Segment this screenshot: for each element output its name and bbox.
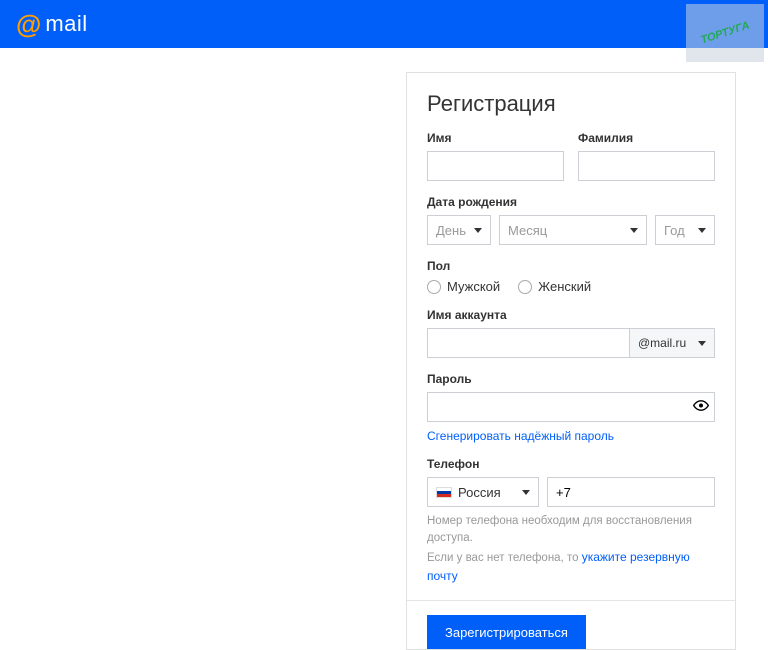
gender-male-label: Мужской xyxy=(447,279,500,294)
first-name-label: Имя xyxy=(427,131,564,145)
phone-hint: Номер телефона необходим для восстановле… xyxy=(427,513,715,586)
chevron-down-icon xyxy=(630,228,638,233)
chevron-down-icon xyxy=(522,490,530,495)
first-name-input[interactable] xyxy=(427,151,564,181)
gender-label: Пол xyxy=(427,259,715,273)
radio-icon xyxy=(427,280,441,294)
dob-month-placeholder: Месяц xyxy=(508,223,547,238)
submit-button[interactable]: Зарегистрироваться xyxy=(427,615,586,649)
last-name-label: Фамилия xyxy=(578,131,715,145)
divider xyxy=(407,600,735,601)
domain-value: @mail.ru xyxy=(638,336,686,350)
chevron-down-icon xyxy=(698,228,706,233)
at-icon: @ xyxy=(16,9,41,40)
dob-year-select[interactable]: Год xyxy=(655,215,715,245)
app-header: @ mail xyxy=(0,0,768,48)
chevron-down-icon xyxy=(474,228,482,233)
watermark-badge: ТОРТУГА xyxy=(686,4,764,62)
country-value: Россия xyxy=(458,485,501,500)
password-input[interactable] xyxy=(427,392,715,422)
radio-icon xyxy=(518,280,532,294)
content-area: Регистрация Имя Фамилия Дата рождения Де… xyxy=(0,48,768,650)
gender-female-radio[interactable]: Женский xyxy=(518,279,591,294)
gender-male-radio[interactable]: Мужской xyxy=(427,279,500,294)
account-input[interactable] xyxy=(427,328,629,358)
brand-logo: @ mail xyxy=(16,9,88,40)
account-label: Имя аккаунта xyxy=(427,308,715,322)
country-select[interactable]: Россия xyxy=(427,477,539,507)
dob-label: Дата рождения xyxy=(427,195,715,209)
gender-female-label: Женский xyxy=(538,279,591,294)
eye-icon[interactable] xyxy=(693,398,709,417)
dob-day-select[interactable]: День xyxy=(427,215,491,245)
dob-year-placeholder: Год xyxy=(664,223,685,238)
watermark-text: ТОРТУГА xyxy=(699,20,751,47)
brand-text: mail xyxy=(45,11,87,37)
russia-flag-icon xyxy=(436,487,452,498)
registration-card: Регистрация Имя Фамилия Дата рождения Де… xyxy=(406,72,736,650)
page-title: Регистрация xyxy=(427,91,715,117)
last-name-input[interactable] xyxy=(578,151,715,181)
password-label: Пароль xyxy=(427,372,715,386)
domain-select[interactable]: @mail.ru xyxy=(629,328,715,358)
phone-input[interactable] xyxy=(547,477,715,507)
generate-password-link[interactable]: Сгенерировать надёжный пароль xyxy=(427,429,614,443)
phone-label: Телефон xyxy=(427,457,715,471)
dob-month-select[interactable]: Месяц xyxy=(499,215,647,245)
chevron-down-icon xyxy=(698,341,706,346)
dob-day-placeholder: День xyxy=(436,223,466,238)
